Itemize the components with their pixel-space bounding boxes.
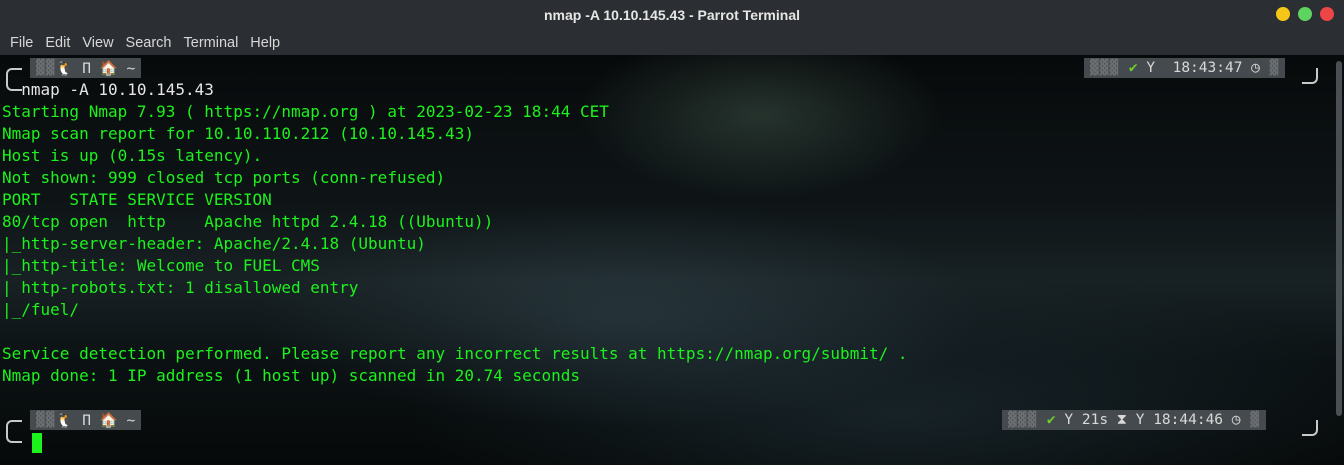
command-text: nmap -A 10.10.145.43 — [21, 80, 214, 99]
prompt-left-segment: ▓▓ 🐧 Π 🏠 ~ — [30, 410, 142, 430]
output-line: Host is up (0.15s latency). — [2, 146, 263, 165]
menu-file[interactable]: File — [10, 35, 33, 51]
output-line: Nmap done: 1 IP address (1 host up) scan… — [2, 366, 580, 385]
branch-icon: Y — [1135, 412, 1145, 428]
text-cursor — [32, 433, 42, 453]
menu-help[interactable]: Help — [250, 35, 280, 51]
title-bar: nmap -A 10.10.145.43 - Parrot Terminal — [0, 0, 1344, 30]
close-button[interactable] — [1320, 7, 1334, 21]
prompt-left-segment: ▓▓ 🐧 Π 🏠 ~ — [30, 58, 142, 78]
prompt-icons: 🐧 Π 🏠 ~ — [55, 412, 136, 429]
window-controls — [1276, 7, 1334, 21]
prompt-bracket-left-bottom — [6, 427, 22, 443]
clock-icon: ◷ — [1231, 412, 1241, 428]
prompt-bracket-right — [1302, 68, 1318, 84]
maximize-button[interactable] — [1298, 7, 1312, 21]
window-title: nmap -A 10.10.145.43 - Parrot Terminal — [544, 7, 800, 23]
output-line: Starting Nmap 7.93 ( https://nmap.org ) … — [2, 102, 609, 121]
prompt-time: 18:43:47 — [1172, 60, 1243, 76]
command-line: nmap -A 10.10.145.43 — [2, 79, 214, 101]
prompt-bracket-right — [1302, 420, 1318, 436]
prompt-time: 18:44:46 — [1153, 412, 1224, 428]
branch-icon: Y — [1146, 60, 1156, 76]
prompt-right-segment: ▓▓▓ ✔ Y 18:43:47 ◷ ▓ — [1084, 58, 1286, 78]
output-line: |_http-server-header: Apache/2.4.18 (Ubu… — [2, 234, 426, 253]
output-line: 80/tcp open http Apache httpd 2.4.18 ((U… — [2, 212, 494, 231]
minimize-button[interactable] — [1276, 7, 1290, 21]
hourglass-icon: ⧗ — [1116, 412, 1127, 428]
scrollbar[interactable] — [1336, 61, 1342, 416]
prompt-duration: 21s — [1081, 412, 1109, 428]
output-line: |_http-title: Welcome to FUEL CMS — [2, 256, 320, 275]
menu-search[interactable]: Search — [126, 35, 172, 51]
terminal-area[interactable]: ▓▓ 🐧 Π 🏠 ~ ▓▓▓ ✔ Y 18:43:47 ◷ ▓ nmap -A 1… — [0, 55, 1344, 465]
output-line: Nmap scan report for 10.10.110.212 (10.1… — [2, 124, 475, 143]
menu-view[interactable]: View — [82, 35, 113, 51]
check-icon: ✔ — [1128, 60, 1138, 76]
menu-terminal[interactable]: Terminal — [184, 35, 239, 51]
menu-edit[interactable]: Edit — [45, 35, 70, 51]
clock-icon: ◷ — [1251, 60, 1260, 76]
output-line: Service detection performed. Please repo… — [2, 344, 908, 363]
output-line: PORT STATE SERVICE VERSION — [2, 190, 272, 209]
output-line: Not shown: 999 closed tcp ports (conn-re… — [2, 168, 446, 187]
menu-bar: File Edit View Search Terminal Help — [0, 30, 1344, 55]
output-line: | http-robots.txt: 1 disallowed entry — [2, 278, 359, 297]
prompt-icons: 🐧 Π 🏠 ~ — [55, 60, 136, 77]
check-icon: ✔ — [1046, 412, 1056, 428]
branch-icon: Y — [1064, 412, 1074, 428]
output-line: |_/fuel/ — [2, 300, 80, 319]
prompt-right-segment: ▓▓▓ ✔ Y 21s ⧗ Y 18:44:46 ◷ ▓ — [1002, 410, 1266, 430]
